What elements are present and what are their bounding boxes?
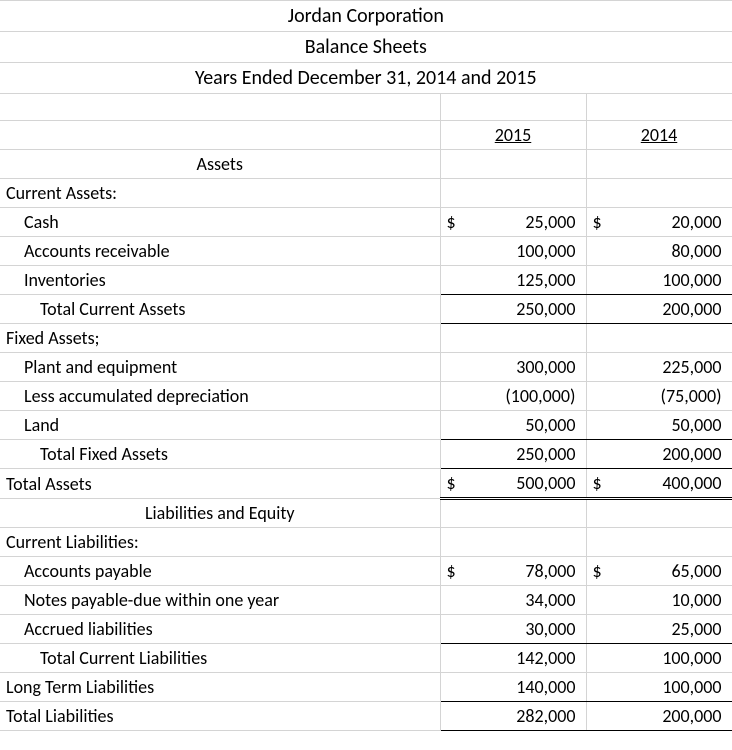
val-tca-2015: 250,000 [464, 295, 586, 324]
liabilities-equity-header-row: Liabilities and Equity [0, 499, 732, 528]
assets-heading: Assets [0, 150, 440, 179]
val-land-2015: 50,000 [464, 411, 586, 440]
label-ap: Accounts payable [0, 557, 440, 586]
val-tl-2015: 282,000 [464, 702, 586, 731]
header-period-row: Years Ended December 31, 2014 and 2015 [0, 63, 732, 94]
sym-ap-2014: $ [586, 557, 610, 586]
label-ar: Accounts receivable [0, 237, 440, 266]
val-tfa-2014: 200,000 [610, 440, 732, 469]
label-tcl: Total Current Liabilities [0, 644, 440, 673]
val-cash-2014: 20,000 [610, 208, 732, 237]
val-tcl-2015: 142,000 [464, 644, 586, 673]
val-plant-2014: 225,000 [610, 353, 732, 382]
sym-cash-2015: $ [440, 208, 464, 237]
val-inv-2014: 100,000 [610, 266, 732, 295]
label-inv: Inventories [0, 266, 440, 295]
header-company-row: Jordan Corporation [0, 1, 732, 32]
val-np-2015: 34,000 [464, 586, 586, 615]
company-name: Jordan Corporation [0, 1, 732, 32]
current-assets-header-row: Current Assets: [0, 179, 732, 208]
row-cash: Cash $ 25,000 $ 20,000 [0, 208, 732, 237]
label-land: Land [0, 411, 440, 440]
val-ltl-2015: 140,000 [464, 673, 586, 702]
row-notes-payable: Notes payable-due within one year 34,000… [0, 586, 732, 615]
val-ar-2015: 100,000 [464, 237, 586, 266]
val-dep-2015: (100,000) [464, 382, 586, 411]
val-tl-2014: 200,000 [610, 702, 732, 731]
label-dep: Less accumulated depreciation [0, 382, 440, 411]
header-title-row: Balance Sheets [0, 32, 732, 63]
val-ta-2014: 400,000 [610, 469, 732, 499]
val-np-2014: 10,000 [610, 586, 732, 615]
val-ap-2015: 78,000 [464, 557, 586, 586]
val-tfa-2015: 250,000 [464, 440, 586, 469]
row-plant-equipment: Plant and equipment 300,000 225,000 [0, 353, 732, 382]
label-plant: Plant and equipment [0, 353, 440, 382]
statement-period: Years Ended December 31, 2014 and 2015 [0, 63, 732, 94]
sym-ap-2015: $ [440, 557, 464, 586]
val-land-2014: 50,000 [610, 411, 732, 440]
current-liabilities-header-row: Current Liabilities: [0, 528, 732, 557]
label-tl: Total Liabilities [0, 702, 440, 731]
year-2014: 2014 [586, 121, 732, 150]
val-tca-2014: 200,000 [610, 295, 732, 324]
label-ta: Total Assets [0, 469, 440, 499]
row-total-fixed-assets: Total Fixed Assets 250,000 200,000 [0, 440, 732, 469]
liab-equity-heading: Liabilities and Equity [0, 499, 440, 528]
balance-sheet-table: Jordan Corporation Balance Sheets Years … [0, 0, 732, 731]
year-2015: 2015 [440, 121, 586, 150]
row-accounts-payable: Accounts payable $ 78,000 $ 65,000 [0, 557, 732, 586]
label-ltl: Long Term Liabilities [0, 673, 440, 702]
val-accr-2014: 25,000 [610, 615, 732, 644]
val-cash-2015: 25,000 [464, 208, 586, 237]
label-np: Notes payable-due within one year [0, 586, 440, 615]
sym-cash-2014: $ [586, 208, 610, 237]
statement-title: Balance Sheets [0, 32, 732, 63]
val-ar-2014: 80,000 [610, 237, 732, 266]
assets-header-row: Assets [0, 150, 732, 179]
val-tcl-2014: 100,000 [610, 644, 732, 673]
sym-ta-2014: $ [586, 469, 610, 499]
val-ltl-2014: 100,000 [610, 673, 732, 702]
val-dep-2014: (75,000) [610, 382, 732, 411]
val-accr-2015: 30,000 [464, 615, 586, 644]
val-plant-2015: 300,000 [464, 353, 586, 382]
row-accum-depreciation: Less accumulated depreciation (100,000) … [0, 382, 732, 411]
row-accrued-liabilities: Accrued liabilities 30,000 25,000 [0, 615, 732, 644]
row-total-current-liabilities: Total Current Liabilities 142,000 100,00… [0, 644, 732, 673]
val-inv-2015: 125,000 [464, 266, 586, 295]
label-tfa: Total Fixed Assets [0, 440, 440, 469]
sym-ta-2015: $ [440, 469, 464, 499]
current-assets-heading: Current Assets: [0, 179, 440, 208]
label-accr: Accrued liabilities [0, 615, 440, 644]
row-inventories: Inventories 125,000 100,000 [0, 266, 732, 295]
year-header-row: 2015 2014 [0, 121, 732, 150]
row-land: Land 50,000 50,000 [0, 411, 732, 440]
row-total-current-assets: Total Current Assets 250,000 200,000 [0, 295, 732, 324]
row-long-term-liabilities: Long Term Liabilities 140,000 100,000 [0, 673, 732, 702]
row-accounts-receivable: Accounts receivable 100,000 80,000 [0, 237, 732, 266]
blank-row [0, 94, 732, 121]
label-tca: Total Current Assets [0, 295, 440, 324]
current-liab-heading: Current Liabilities: [0, 528, 440, 557]
row-total-assets: Total Assets $ 500,000 $ 400,000 [0, 469, 732, 499]
fixed-assets-header-row: Fixed Assets; [0, 324, 732, 353]
val-ap-2014: 65,000 [610, 557, 732, 586]
fixed-assets-heading: Fixed Assets; [0, 324, 440, 353]
val-ta-2015: 500,000 [464, 469, 586, 499]
label-cash: Cash [0, 208, 440, 237]
row-total-liabilities: Total Liabilities 282,000 200,000 [0, 702, 732, 731]
